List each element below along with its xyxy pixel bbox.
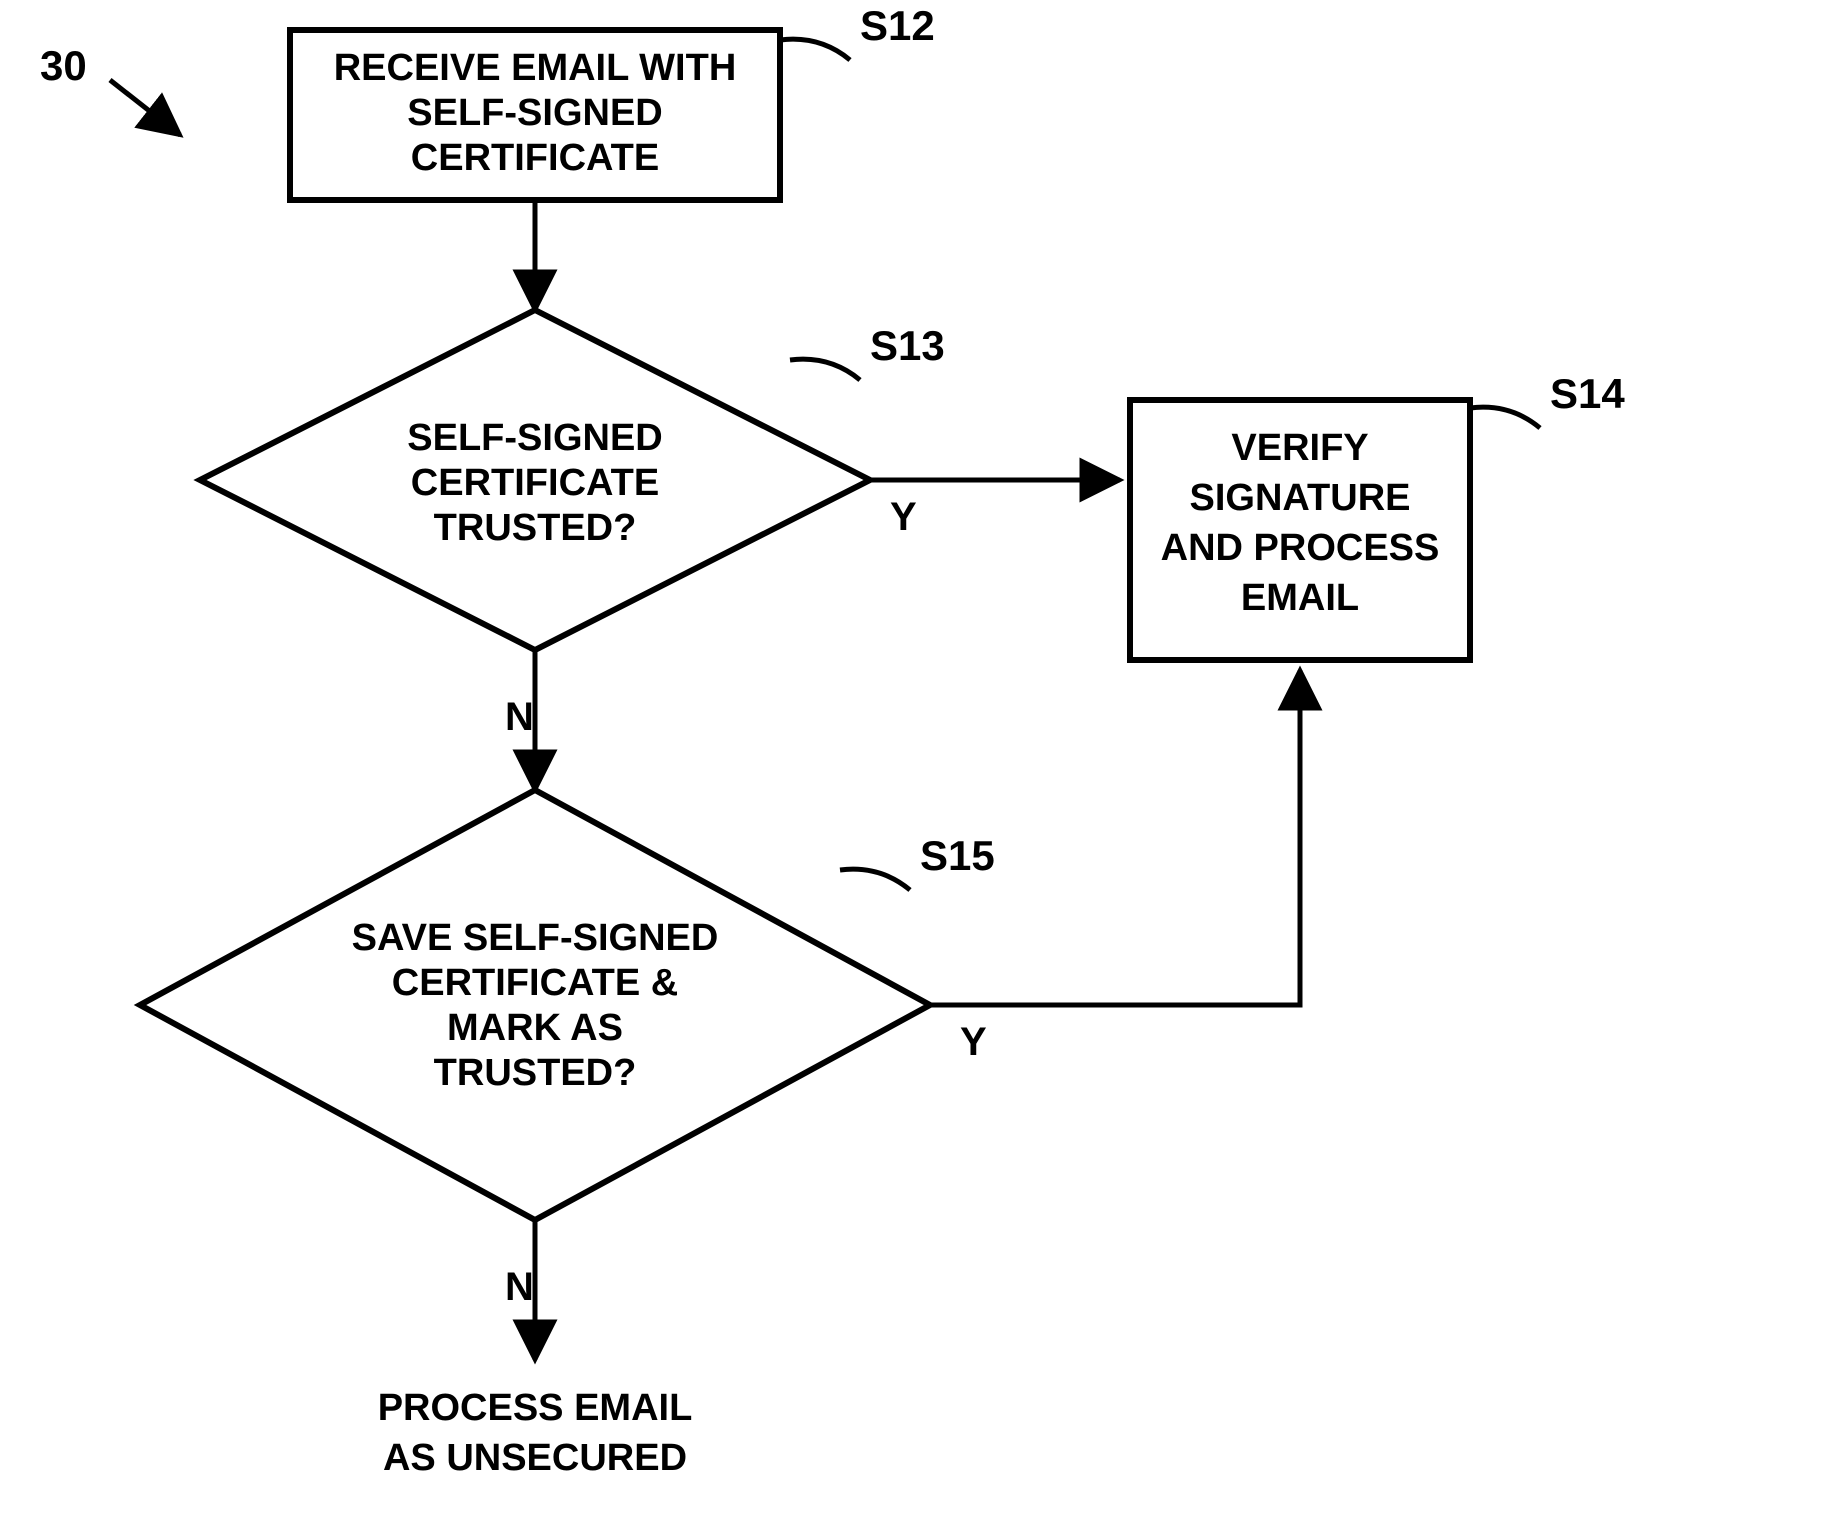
s12-line2: SELF-SIGNED <box>407 92 662 134</box>
s13-ref: S13 <box>870 322 945 369</box>
s14-line4: EMAIL <box>1241 577 1359 619</box>
s13-line1: SELF-SIGNED <box>407 417 662 459</box>
s15-no-label: N <box>505 1265 534 1309</box>
end-line2: AS UNSECURED <box>383 1437 687 1479</box>
s15-yes-label: Y <box>960 1020 987 1064</box>
node-end: PROCESS EMAIL AS UNSECURED <box>378 1387 693 1479</box>
s15-line4: TRUSTED? <box>434 1052 637 1094</box>
s14-ref: S14 <box>1550 370 1625 417</box>
s15-line1: SAVE SELF-SIGNED <box>352 917 719 959</box>
s14-line1: VERIFY <box>1231 427 1368 469</box>
end-line1: PROCESS EMAIL <box>378 1387 693 1429</box>
s14-ref-curve <box>1470 407 1540 428</box>
flowchart: 30 RECEIVE EMAIL WITH SELF-SIGNED CERTIF… <box>0 0 1822 1527</box>
s15-line2: CERTIFICATE & <box>392 962 678 1004</box>
s15-ref: S15 <box>920 832 995 879</box>
s13-no-label: N <box>505 695 534 739</box>
s12-ref: S12 <box>860 2 935 49</box>
s13-ref-curve <box>790 359 860 380</box>
s15-line3: MARK AS <box>447 1007 623 1049</box>
node-s13: SELF-SIGNED CERTIFICATE TRUSTED? S13 <box>200 310 945 650</box>
figure-arrow <box>110 80 180 135</box>
node-s15: SAVE SELF-SIGNED CERTIFICATE & MARK AS T… <box>140 790 995 1220</box>
s12-line3: CERTIFICATE <box>411 137 659 179</box>
s12-ref-curve <box>780 39 850 60</box>
s14-line3: AND PROCESS <box>1161 527 1440 569</box>
node-s14: VERIFY SIGNATURE AND PROCESS EMAIL S14 <box>1130 370 1625 660</box>
s13-line3: TRUSTED? <box>434 507 637 549</box>
s13-line2: CERTIFICATE <box>411 462 659 504</box>
figure-label: 30 <box>40 42 87 89</box>
s12-line1: RECEIVE EMAIL WITH <box>334 47 737 89</box>
s13-yes-label: Y <box>890 495 917 539</box>
node-s12: RECEIVE EMAIL WITH SELF-SIGNED CERTIFICA… <box>290 2 935 200</box>
s15-ref-curve <box>840 869 910 890</box>
s14-line2: SIGNATURE <box>1190 477 1411 519</box>
